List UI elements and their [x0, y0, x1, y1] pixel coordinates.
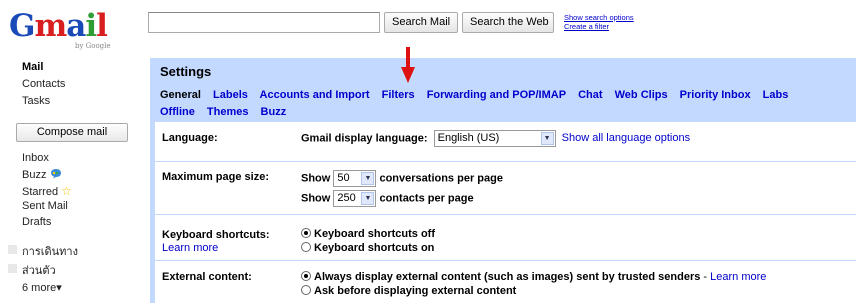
chevron-down-icon: ▼ [361, 192, 375, 205]
option-label: Keyboard shortcuts on [314, 242, 435, 254]
conversations-setting: Show 50 ▼ conversations per page [301, 170, 503, 187]
sidebar-item-drafts[interactable]: Drafts [22, 216, 51, 228]
sidebar-item-contacts[interactable]: Contacts [22, 78, 65, 90]
tab-priority-inbox[interactable]: Priority Inbox [680, 89, 751, 101]
radio-on[interactable] [301, 242, 311, 252]
keyboard-off-option[interactable]: Keyboard shortcuts off [301, 228, 435, 240]
sidebar-item-mail[interactable]: Mail [22, 61, 43, 73]
tab-forwarding-pop-imap[interactable]: Forwarding and POP/IMAP [427, 89, 566, 101]
keyboard-shortcuts-label: Keyboard shortcuts: [162, 229, 270, 241]
settings-panel: Language: Gmail display language: Englis… [155, 122, 856, 303]
sidebar-label-travel[interactable]: การเดินทาง [22, 242, 78, 260]
tab-themes[interactable]: Themes [207, 106, 249, 118]
separator: - [700, 271, 711, 283]
buzz-icon [50, 169, 61, 179]
search-mail-button[interactable]: Search Mail [384, 12, 458, 33]
tab-offline[interactable]: Offline [160, 106, 195, 118]
label-color-swatch [8, 264, 17, 273]
select-value: 50 [337, 172, 350, 184]
tab-general[interactable]: General [160, 89, 201, 101]
keyboard-shortcuts-row: Keyboard shortcuts: Learn more Keyboard … [155, 215, 856, 261]
external-content-label: External content: [162, 271, 252, 283]
external-always-option[interactable]: Always display external content (such as… [301, 271, 766, 283]
show-text: Show [301, 172, 331, 185]
tab-web-clips[interactable]: Web Clips [615, 89, 668, 101]
radio-off[interactable] [301, 228, 311, 238]
option-label: Always display external content (such as… [314, 271, 701, 283]
select-value: 250 [337, 192, 356, 204]
gmail-logo-text: Gmail [9, 8, 108, 44]
keyboard-on-option[interactable]: Keyboard shortcuts on [301, 242, 434, 254]
create-filter-link[interactable]: Create a filter [564, 22, 634, 31]
gmail-logo[interactable]: Gmail by Google [9, 10, 119, 50]
sidebar-more-labels[interactable]: 6 more▾ [22, 281, 62, 294]
settings-tabs: General Labels Accounts and Import Filte… [160, 87, 840, 121]
logo-byline: by Google [75, 42, 111, 50]
sidebar-item-starred[interactable]: Starred ☆ [22, 184, 72, 198]
settings-container: Settings General Labels Accounts and Imp… [150, 58, 856, 303]
page-size-label: Maximum page size: [162, 171, 269, 183]
sidebar-item-tasks[interactable]: Tasks [22, 95, 50, 107]
conversations-per-page-select[interactable]: 50 ▼ [333, 170, 377, 187]
search-web-button[interactable]: Search the Web [462, 12, 554, 33]
page-size-row: Maximum page size: Show 50 ▼ conversatio… [155, 162, 856, 215]
star-icon: ☆ [61, 184, 72, 198]
sidebar-item-label: Buzz [22, 169, 47, 181]
search-input[interactable] [148, 12, 380, 33]
page-title: Settings [160, 64, 212, 79]
show-text: Show [301, 192, 331, 205]
language-row: Language: Gmail display language: Englis… [155, 122, 856, 162]
tab-accounts-and-import[interactable]: Accounts and Import [260, 89, 370, 101]
red-arrow-annotation [401, 47, 415, 83]
tab-labs[interactable]: Labs [763, 89, 789, 101]
sidebar-item-buzz[interactable]: Buzz [22, 168, 62, 181]
sidebar-label-personal[interactable]: ส่วนตัว [22, 261, 56, 279]
tab-buzz[interactable]: Buzz [261, 106, 287, 118]
language-select-value: English (US) [437, 132, 500, 144]
chevron-down-icon: ▼ [540, 132, 554, 145]
external-content-row: External content: Always display externa… [155, 261, 856, 303]
option-label: Keyboard shortcuts off [314, 228, 436, 240]
sidebar-item-sent-mail[interactable]: Sent Mail [22, 200, 68, 212]
search-options-links: Show search options Create a filter [564, 13, 634, 31]
language-setting: Gmail display language: English (US) ▼ S… [301, 130, 690, 147]
contacts-per-page-select[interactable]: 250 ▼ [333, 190, 377, 207]
language-select[interactable]: English (US) ▼ [433, 130, 556, 147]
contacts-text: contacts per page [379, 192, 474, 205]
sidebar-item-inbox[interactable]: Inbox [22, 152, 49, 164]
compose-mail-button[interactable]: Compose mail [16, 123, 128, 142]
conversations-text: conversations per page [379, 172, 503, 185]
sidebar-item-label: Starred [22, 186, 59, 198]
language-caption: Gmail display language: [301, 132, 428, 145]
external-learn-more-link[interactable]: Learn more [710, 271, 766, 283]
chevron-down-icon: ▼ [361, 172, 375, 185]
label-color-swatch [8, 245, 17, 254]
language-label: Language: [162, 132, 218, 144]
contacts-setting: Show 250 ▼ contacts per page [301, 190, 474, 207]
tab-chat[interactable]: Chat [578, 89, 602, 101]
keyboard-learn-more-link[interactable]: Learn more [162, 242, 218, 254]
tab-filters[interactable]: Filters [382, 89, 415, 101]
external-ask-option[interactable]: Ask before displaying external content [301, 285, 516, 297]
show-all-languages-link[interactable]: Show all language options [562, 132, 690, 144]
option-label: Ask before displaying external content [314, 285, 517, 297]
radio-ask[interactable] [301, 285, 311, 295]
radio-always[interactable] [301, 271, 311, 281]
tab-labels[interactable]: Labels [213, 89, 248, 101]
show-search-options-link[interactable]: Show search options [564, 13, 634, 22]
